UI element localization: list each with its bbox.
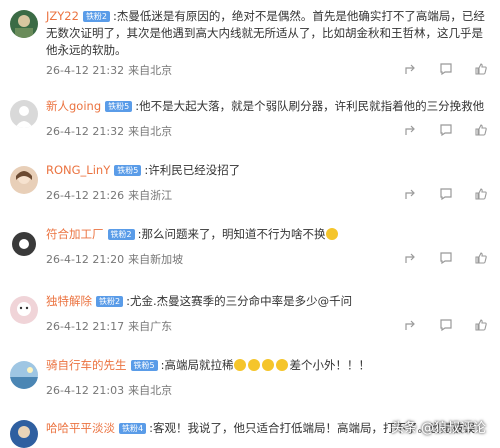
fan-badge: 铁粉5: [130, 360, 158, 371]
share-icon[interactable]: [404, 187, 418, 201]
username[interactable]: 符合加工厂: [46, 227, 104, 241]
username[interactable]: RONG_LinY: [46, 163, 110, 177]
comment-text: :杰曼低迷是有原因的，绝对不是偶然。首先是他确实打不了高端局，已经无数次证明了，…: [46, 9, 485, 57]
comment-icon[interactable]: [439, 251, 453, 265]
username[interactable]: 新人going: [46, 99, 101, 113]
fan-badge: 铁粉2: [82, 11, 111, 22]
comment-actions: [404, 62, 488, 76]
comment-icon[interactable]: [439, 318, 453, 332]
timestamp: 26-4-12 21:03: [46, 384, 125, 397]
like-icon[interactable]: [474, 251, 488, 265]
location: 来自北京: [128, 125, 173, 138]
fan-badge: 铁粉2: [107, 229, 135, 240]
timestamp: 26-4-12 21:20: [46, 253, 125, 266]
avatar[interactable]: [10, 230, 38, 258]
avatar[interactable]: [10, 10, 38, 38]
like-icon[interactable]: [474, 187, 488, 201]
comment-actions: [404, 318, 488, 332]
timestamp: 26-4-12 21:26: [46, 189, 125, 202]
comment-text: :尤金.杰曼这赛季的三分命中率是多少@千问: [126, 294, 353, 308]
watermark: 头条 @狼叔评论: [390, 421, 486, 436]
location: 来自北京: [128, 384, 173, 397]
share-icon[interactable]: [404, 123, 418, 137]
like-icon[interactable]: [474, 123, 488, 137]
like-icon[interactable]: [474, 318, 488, 332]
avatar[interactable]: [10, 166, 38, 194]
share-icon[interactable]: [404, 62, 418, 76]
comment-actions: [404, 187, 488, 201]
fan-badge: 铁粉5: [105, 101, 133, 112]
emoji-icon: [234, 359, 247, 371]
comment-meta: 26-4-12 21:26 来自浙江: [46, 187, 172, 203]
timestamp: 26-4-12 21:32: [46, 125, 125, 138]
comment-actions: [404, 251, 488, 265]
timestamp: 26-4-12 21:17: [46, 320, 125, 333]
fan-badge: 铁粉4: [119, 423, 147, 434]
comment-icon[interactable]: [439, 123, 453, 137]
avatar[interactable]: [10, 296, 38, 324]
emoji-icon: [262, 359, 275, 371]
emoji-icon: [276, 359, 289, 371]
username[interactable]: 独特解除: [46, 294, 92, 308]
username[interactable]: 骑自行车的先生: [46, 358, 127, 372]
comment-text: :高端局就拉稀: [160, 358, 234, 372]
share-icon[interactable]: [404, 251, 418, 265]
avatar[interactable]: [10, 420, 38, 448]
comment-icon[interactable]: [439, 62, 453, 76]
comment-meta: 26-4-12 21:32 来自北京: [46, 62, 172, 78]
username[interactable]: 哈哈平平淡淡: [46, 421, 115, 435]
comment-text: :他不是大起大落，就是个弱队刷分器，许利民就指着他的三分挽救他: [135, 99, 485, 113]
emoji-icon: [326, 228, 339, 240]
location: 来自广东: [128, 320, 173, 333]
fan-badge: 铁粉2: [96, 296, 124, 307]
comment-actions: [404, 123, 488, 137]
emoji-icon: [248, 359, 261, 371]
location: 来自新加坡: [128, 253, 184, 266]
like-icon[interactable]: [474, 62, 488, 76]
share-icon[interactable]: [404, 318, 418, 332]
location: 来自浙江: [128, 189, 173, 202]
fan-badge: 铁粉5: [114, 165, 142, 176]
username[interactable]: JZY22: [46, 9, 79, 23]
comment-meta: 26-4-12 21:32 来自北京: [46, 123, 172, 139]
comment-text: :那么问题来了，明知道不行为啥不换: [137, 227, 326, 241]
comment-meta: 26-4-12 21:20 来自新加坡: [46, 251, 183, 267]
comment-text-continued: 差个小外！！！: [289, 358, 370, 372]
comment-meta: 26-4-12 21:03 来自北京: [46, 382, 172, 398]
comment-icon[interactable]: [439, 187, 453, 201]
comment-meta: 26-4-12 21:17 来自广东: [46, 318, 172, 334]
comment-text: :许利民已经没招了: [144, 163, 241, 177]
avatar[interactable]: [10, 361, 38, 389]
timestamp: 26-4-12 21:32: [46, 64, 125, 77]
avatar[interactable]: [10, 100, 38, 128]
location: 来自北京: [128, 64, 173, 77]
